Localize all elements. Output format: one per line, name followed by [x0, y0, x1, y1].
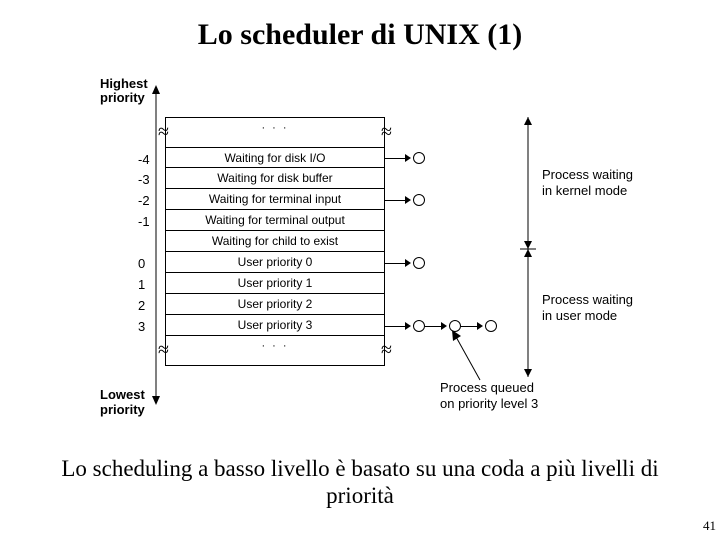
slide-caption: Lo scheduling a basso livello è basato s… [0, 455, 720, 510]
page-number: 41 [703, 518, 716, 534]
queue-label-arrow [450, 330, 490, 385]
row-num-7: 2 [138, 296, 145, 316]
kernel-mode-label: Process waitingin kernel mode [542, 167, 633, 198]
row-text-5: User priority 0 [238, 255, 313, 269]
row-text-7: User priority 2 [238, 297, 313, 311]
row-num-8: 3 [138, 317, 145, 337]
row-num-6: 1 [138, 275, 145, 295]
row-num-0: -4 [138, 150, 150, 170]
row-text-0: Waiting for disk I/O [225, 151, 326, 165]
row-text-3: Waiting for terminal output [205, 213, 345, 227]
queue-link-row-2 [385, 190, 445, 210]
lowest-priority-label: Lowestpriority [100, 388, 145, 417]
highest-priority-label: Highestpriority [100, 77, 148, 106]
priority-queue-table: ≈≈ · · · -4Waiting for disk I/O -3Waitin… [165, 117, 385, 366]
slide-title: Lo scheduler di UNIX (1) [0, 0, 720, 52]
user-mode-label: Process waitingin user mode [542, 292, 633, 323]
row-num-2: -2 [138, 191, 150, 211]
row-text-8: User priority 3 [238, 318, 313, 332]
process-queued-label: Process queuedon priority level 3 [440, 380, 538, 411]
row-num-1: -3 [138, 170, 150, 190]
row-num-3: -1 [138, 212, 150, 232]
scheduler-diagram: Highestpriority Lowestpriority ≈≈ · · · … [80, 77, 640, 432]
row-num-5: 0 [138, 254, 145, 274]
queue-link-row-5 [385, 253, 445, 273]
row-text-2: Waiting for terminal input [209, 192, 341, 206]
row-text-4: Waiting for child to exist [212, 234, 338, 248]
region-divider [520, 117, 538, 377]
queue-link-row-0 [385, 148, 445, 168]
row-text-6: User priority 1 [238, 276, 313, 290]
row-text-1: Waiting for disk buffer [217, 171, 332, 185]
